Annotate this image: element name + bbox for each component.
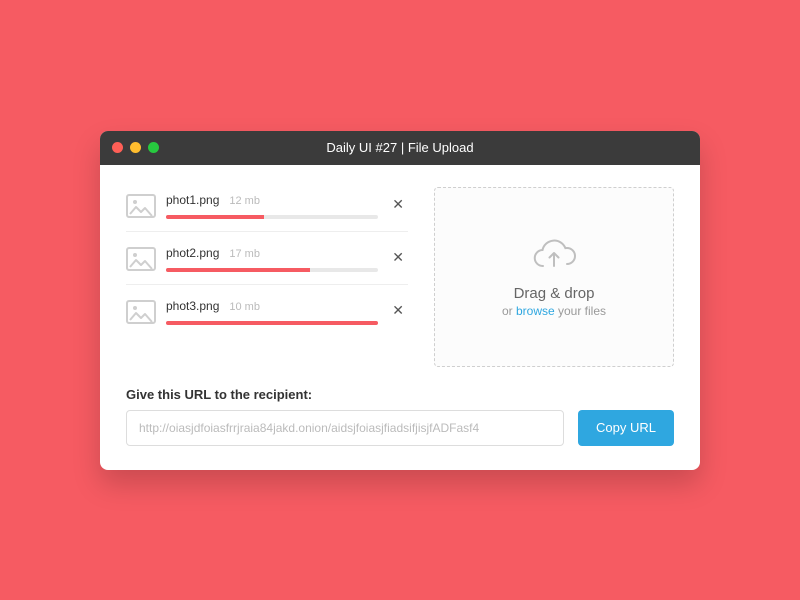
image-icon <box>126 247 156 271</box>
titlebar: Daily UI #27 | File Upload <box>100 131 700 165</box>
image-icon <box>126 194 156 218</box>
remove-file-button[interactable]: ✕ <box>388 299 408 321</box>
upload-window: Daily UI #27 | File Upload phot1.png 12 m… <box>100 131 700 470</box>
minimize-icon[interactable] <box>130 142 141 153</box>
file-meta: phot3.png 10 mb <box>166 299 378 325</box>
remove-file-button[interactable]: ✕ <box>388 193 408 215</box>
file-list: phot1.png 12 mb ✕ phot2.png 17 mb ✕ phot3.png 1… <box>126 187 408 367</box>
file-name: phot2.png <box>166 246 219 260</box>
browse-link[interactable]: browse <box>516 304 555 318</box>
dropzone-title: Drag & drop <box>514 285 595 302</box>
file-name: phot1.png <box>166 193 219 207</box>
window-title: Daily UI #27 | File Upload <box>100 140 700 155</box>
url-input[interactable] <box>126 410 564 446</box>
progress-fill <box>166 321 378 325</box>
file-meta: phot1.png 12 mb <box>166 193 378 219</box>
share-url-block: Give this URL to the recipient: Copy URL <box>126 387 674 446</box>
progress-fill <box>166 268 310 272</box>
file-meta: phot2.png 17 mb <box>166 246 378 272</box>
cloud-upload-icon <box>531 236 577 275</box>
file-size: 17 mb <box>229 248 260 260</box>
file-size: 12 mb <box>229 195 260 207</box>
progress-bar <box>166 268 378 272</box>
image-icon <box>126 300 156 324</box>
remove-file-button[interactable]: ✕ <box>388 246 408 268</box>
window-body: phot1.png 12 mb ✕ phot2.png 17 mb ✕ phot3.png 1… <box>100 165 700 470</box>
file-size: 10 mb <box>229 301 260 313</box>
copy-url-button[interactable]: Copy URL <box>578 410 674 446</box>
zoom-icon[interactable] <box>148 142 159 153</box>
file-row: phot1.png 12 mb ✕ <box>126 187 408 231</box>
file-name: phot3.png <box>166 299 219 313</box>
file-row: phot2.png 17 mb ✕ <box>126 231 408 284</box>
traffic-lights <box>112 142 159 153</box>
progress-bar <box>166 321 378 325</box>
dropzone-subtitle: or browse your files <box>502 304 606 318</box>
progress-fill <box>166 215 264 219</box>
dropzone[interactable]: Drag & drop or browse your files <box>434 187 674 367</box>
close-icon[interactable] <box>112 142 123 153</box>
file-row: phot3.png 10 mb ✕ <box>126 284 408 337</box>
url-label: Give this URL to the recipient: <box>126 387 674 402</box>
progress-bar <box>166 215 378 219</box>
